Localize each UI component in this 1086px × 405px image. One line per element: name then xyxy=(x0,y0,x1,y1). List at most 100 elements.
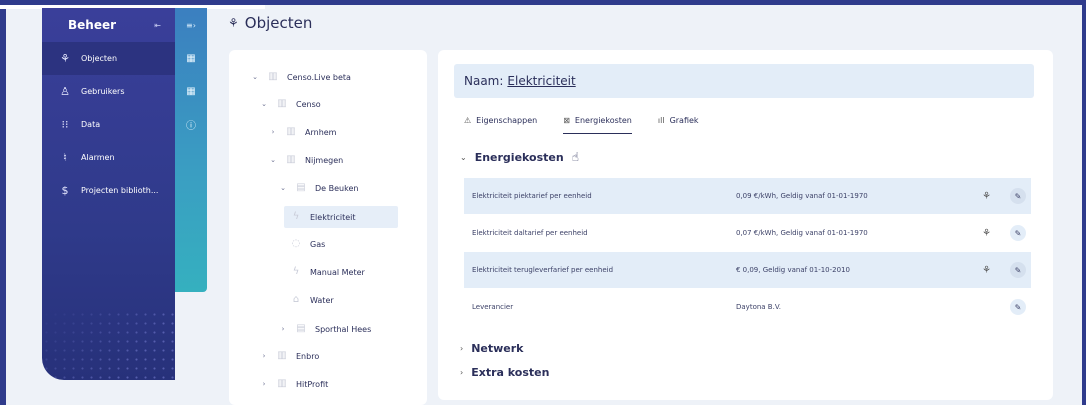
users-icon: ♙ xyxy=(60,85,70,98)
tree-item[interactable]: › ▥ HitProfit xyxy=(258,373,329,395)
tab-grafiek[interactable]: ıll Grafiek xyxy=(658,112,699,134)
tree-item-label: De Beuken xyxy=(315,183,359,193)
chevron-down-icon[interactable]: ⌄ xyxy=(249,73,261,81)
tree-item[interactable]: ϟ Manual Meter xyxy=(284,261,365,283)
building-icon: ▥ xyxy=(286,126,296,137)
sidebar-item-label: Alarmen xyxy=(81,153,115,162)
tree-item-label: Censo.Live beta xyxy=(287,72,351,82)
hand-cursor-icon: ☝ xyxy=(571,150,580,164)
sidebar: Beheer ⇤ ⚘ Objecten ♙ Gebruikers ⁝⁝ Data… xyxy=(42,8,175,380)
cost-label: Elektriciteit piektarief per eenheid xyxy=(472,192,592,200)
sidebar-item-label: Projecten biblioth... xyxy=(81,186,159,195)
sidebar-decoration xyxy=(42,310,175,380)
chevron-right-icon[interactable]: › xyxy=(258,352,270,360)
tree-item-label: Elektriciteit xyxy=(310,212,356,222)
sidebar-item-label: Data xyxy=(81,120,101,129)
section-energiekosten[interactable]: ⌄ Energiekosten ☝ xyxy=(460,150,579,164)
tree-item[interactable]: ◌ Gas xyxy=(284,233,326,255)
object-tree: ⌄ ▥ Censo.Live beta ⌄ ▥ Censo › ▥ Arnhem… xyxy=(229,50,427,405)
info-icon[interactable]: ⓘ xyxy=(175,108,207,141)
tab-eigenschappen[interactable]: ⚠ Eigenschappen xyxy=(464,112,537,134)
objects-icon: ⚘ xyxy=(60,52,70,65)
cost-label: Elektriciteit terugleverfarief per eenhe… xyxy=(472,266,614,274)
building-icon: ▥ xyxy=(277,350,287,361)
chevron-down-icon[interactable]: ⌄ xyxy=(258,100,270,108)
grid-icon[interactable]: ▦ xyxy=(175,42,207,75)
tree-item-selected[interactable]: ϟ Elektriciteit xyxy=(284,206,398,228)
electricity-icon: ϟ xyxy=(292,211,300,222)
cost-row: Elektriciteit piektarief per eenheid 0,0… xyxy=(464,178,1031,214)
sidebar-item-projecten[interactable]: $ Projecten biblioth... xyxy=(42,174,175,207)
page-title-text: Objecten xyxy=(244,14,313,32)
building-icon: ▤ xyxy=(296,323,306,334)
detail-panel: Naam: Elektriciteit ⚠ Eigenschappen ⊠ En… xyxy=(438,50,1053,400)
chevron-down-icon[interactable]: ⌄ xyxy=(277,184,289,192)
edit-button[interactable]: ✎ xyxy=(1010,262,1026,278)
section-title: Extra kosten xyxy=(471,366,550,379)
grid-icon[interactable]: ▦ xyxy=(175,75,207,108)
tab-label: Energiekosten xyxy=(574,115,632,125)
tree-item-label: Enbro xyxy=(296,351,320,361)
side-toolbar: ≡› ▦ ▦ ⓘ xyxy=(175,8,207,292)
tree-item-label: Arnhem xyxy=(305,127,337,137)
tree-item[interactable]: › ▥ Enbro xyxy=(258,345,320,367)
building-icon: ▥ xyxy=(277,378,287,389)
cost-value: 0,07 €/kWh, Geldig vanaf 01-01-1970 xyxy=(736,229,868,237)
chevron-right-icon: › xyxy=(460,344,464,353)
tree-item[interactable]: › ▥ Arnhem xyxy=(267,121,337,143)
sidebar-item-alarmen[interactable]: ♮ Alarmen xyxy=(42,141,175,174)
energy-costs-icon: ⊠ xyxy=(563,115,570,125)
building-icon: ▥ xyxy=(286,154,296,165)
cost-row: Elektriciteit daltarief per eenheid 0,07… xyxy=(464,215,1031,251)
sidebar-item-data[interactable]: ⁝⁝ Data xyxy=(42,108,175,141)
edit-button[interactable]: ✎ xyxy=(1010,225,1026,241)
tree-item[interactable]: ⌄ ▥ Censo.Live beta xyxy=(249,66,351,88)
cost-label: Elektriciteit daltarief per eenheid xyxy=(472,229,588,237)
cost-row: Elektriciteit terugleverfarief per eenhe… xyxy=(464,252,1031,288)
tree-item-label: Gas xyxy=(310,239,326,249)
chevron-right-icon[interactable]: › xyxy=(277,325,289,333)
tree-item-label: Water xyxy=(310,295,334,305)
section-title: Energiekosten xyxy=(474,150,564,164)
chart-icon: ıll xyxy=(657,115,665,125)
edit-button[interactable]: ✎ xyxy=(1010,188,1026,204)
properties-icon: ⚠ xyxy=(464,115,472,125)
sidebar-item-label: Gebruikers xyxy=(81,87,125,96)
tree-item-label: Censo xyxy=(296,99,321,109)
objects-icon: ⚘ xyxy=(228,16,239,30)
hierarchy-icon[interactable]: ⚘ xyxy=(982,228,991,239)
water-icon: ⌂ xyxy=(292,294,300,305)
page-title: ⚘ Objecten xyxy=(228,14,312,32)
name-value[interactable]: Elektriciteit xyxy=(507,74,575,88)
tree-item-label: Sporthal Hees xyxy=(315,324,372,334)
hierarchy-icon[interactable]: ⚘ xyxy=(982,191,991,202)
chevron-right-icon[interactable]: › xyxy=(267,128,279,136)
section-extra-kosten[interactable]: › Extra kosten xyxy=(460,366,549,379)
tree-item[interactable]: ⌄ ▥ Nijmegen xyxy=(267,149,343,171)
building-icon: ▥ xyxy=(277,98,287,109)
chevron-right-icon[interactable]: › xyxy=(258,380,270,388)
sidebar-item-objecten[interactable]: ⚘ Objecten xyxy=(42,42,175,75)
chevron-down-icon[interactable]: ⌄ xyxy=(267,156,279,164)
tab-label: Eigenschappen xyxy=(476,115,538,125)
sidebar-item-label: Objecten xyxy=(81,54,118,63)
tree-item[interactable]: ⌄ ▤ De Beuken xyxy=(277,177,358,199)
tab-energiekosten[interactable]: ⊠ Energiekosten xyxy=(563,112,632,134)
tree-item[interactable]: › ▤ Sporthal Hees xyxy=(277,318,372,340)
name-label: Naam: xyxy=(464,74,504,88)
collapse-left-icon[interactable]: ⇤ xyxy=(154,21,161,30)
chevron-down-icon: ⌄ xyxy=(460,152,467,162)
tree-item[interactable]: ⌂ Water xyxy=(284,289,334,311)
expand-right-icon[interactable]: ≡› xyxy=(175,8,207,42)
tree-item-label: Manual Meter xyxy=(310,267,365,277)
sidebar-item-gebruikers[interactable]: ♙ Gebruikers xyxy=(42,75,175,108)
edit-button[interactable]: ✎ xyxy=(1010,299,1026,315)
projects-icon: $ xyxy=(61,184,69,197)
cost-value: Daytona B.V. xyxy=(736,303,781,311)
data-icon: ⁝⁝ xyxy=(61,118,69,131)
hierarchy-icon[interactable]: ⚘ xyxy=(982,265,991,276)
sidebar-header: Beheer ⇤ xyxy=(42,8,175,42)
gas-icon: ◌ xyxy=(291,238,301,249)
section-netwerk[interactable]: › Netwerk xyxy=(460,342,524,355)
tree-item[interactable]: ⌄ ▥ Censo xyxy=(258,93,321,115)
